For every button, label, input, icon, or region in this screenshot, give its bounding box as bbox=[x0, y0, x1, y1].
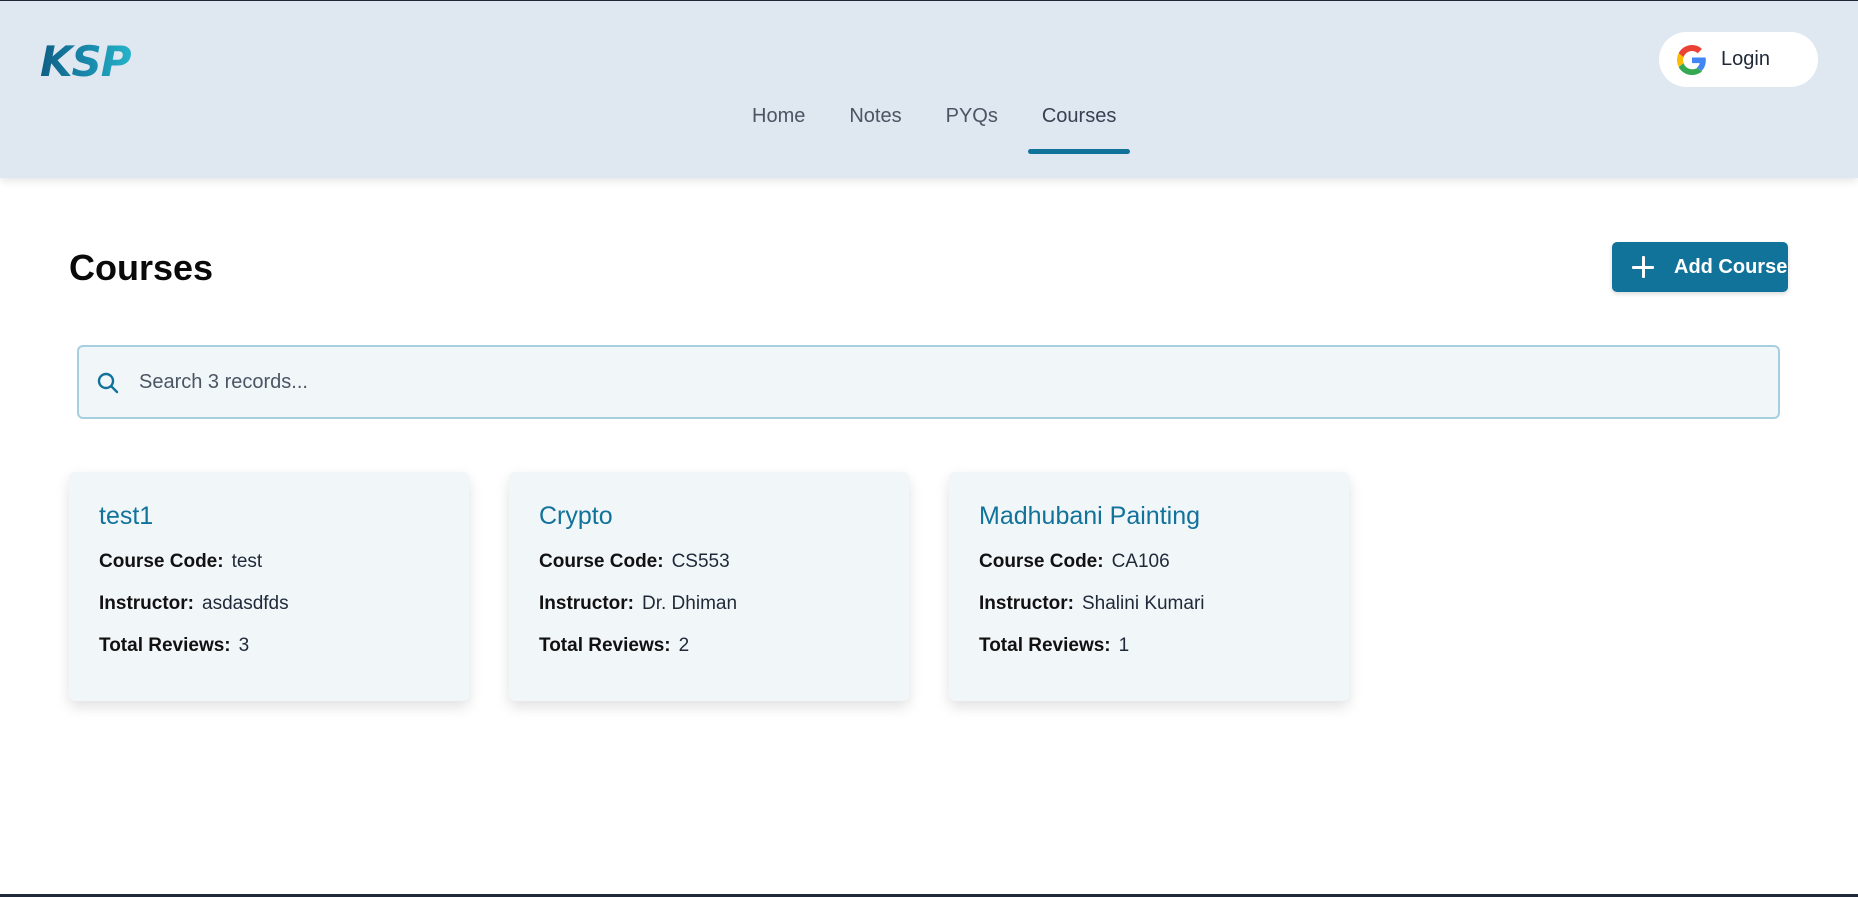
instructor-label: Instructor: bbox=[539, 593, 634, 614]
course-code-value: test bbox=[231, 551, 263, 572]
course-card[interactable]: Madhubani Painting Course Code: CA106 Ins… bbox=[949, 472, 1349, 701]
reviews-row: Total Reviews: 1 bbox=[979, 635, 1319, 657]
google-login-button[interactable]: Login bbox=[1659, 32, 1818, 87]
search-icon bbox=[96, 371, 120, 395]
course-code-row: Course Code: CS553 bbox=[539, 551, 879, 573]
instructor-value: Shalini Kumari bbox=[1082, 593, 1205, 614]
course-code-label: Course Code: bbox=[979, 551, 1104, 572]
instructor-row: Instructor: Dr. Dhiman bbox=[539, 593, 879, 615]
reviews-value: 2 bbox=[678, 635, 690, 656]
plus-icon bbox=[1632, 256, 1654, 278]
nav-home[interactable]: Home bbox=[752, 101, 805, 154]
instructor-row: Instructor: Shalini Kumari bbox=[979, 593, 1319, 615]
login-label: Login bbox=[1721, 48, 1770, 70]
search-input[interactable] bbox=[139, 347, 1759, 417]
reviews-value: 3 bbox=[238, 635, 250, 656]
app-window: KSP Home Notes PYQs Courses Login Course… bbox=[0, 0, 1858, 897]
page-title: Courses bbox=[69, 247, 214, 288]
course-name[interactable]: test1 bbox=[99, 502, 439, 531]
top-header: KSP Home Notes PYQs Courses Login bbox=[0, 1, 1858, 178]
course-card[interactable]: test1 Course Code: test Instructor: asdasd… bbox=[69, 472, 469, 701]
main-nav: Home Notes PYQs Courses bbox=[730, 101, 1138, 154]
add-course-label: Add Course bbox=[1674, 255, 1788, 278]
nav-notes[interactable]: Notes bbox=[849, 101, 901, 154]
course-code-row: Course Code: CA106 bbox=[979, 551, 1319, 573]
add-course-button[interactable]: Add Course bbox=[1612, 242, 1788, 292]
course-card[interactable]: Crypto Course Code: CS553 Instructor: Dr. … bbox=[509, 472, 909, 701]
reviews-label: Total Reviews: bbox=[979, 635, 1111, 656]
course-code-value: CS553 bbox=[671, 551, 730, 572]
reviews-label: Total Reviews: bbox=[539, 635, 671, 656]
instructor-row: Instructor: asdasdfds bbox=[99, 593, 439, 615]
search-box bbox=[77, 345, 1780, 419]
reviews-label: Total Reviews: bbox=[99, 635, 231, 656]
course-code-label: Course Code: bbox=[99, 551, 224, 572]
course-list: test1 Course Code: test Instructor: asdasd… bbox=[69, 472, 1349, 701]
nav-pyqs[interactable]: PYQs bbox=[946, 101, 998, 154]
instructor-value: Dr. Dhiman bbox=[642, 593, 738, 614]
reviews-row: Total Reviews: 2 bbox=[539, 635, 879, 657]
course-code-value: CA106 bbox=[1111, 551, 1170, 572]
site-logo[interactable]: KSP bbox=[40, 37, 132, 86]
nav-courses[interactable]: Courses bbox=[1027, 101, 1131, 154]
google-icon bbox=[1677, 44, 1707, 75]
course-name[interactable]: Crypto bbox=[539, 502, 879, 531]
course-name[interactable]: Madhubani Painting bbox=[979, 502, 1319, 531]
reviews-value: 1 bbox=[1118, 635, 1130, 656]
instructor-label: Instructor: bbox=[99, 593, 194, 614]
course-code-label: Course Code: bbox=[539, 551, 664, 572]
course-code-row: Course Code: test bbox=[99, 551, 439, 573]
instructor-value: asdasdfds bbox=[202, 593, 289, 614]
instructor-label: Instructor: bbox=[979, 593, 1074, 614]
reviews-row: Total Reviews: 3 bbox=[99, 635, 439, 657]
